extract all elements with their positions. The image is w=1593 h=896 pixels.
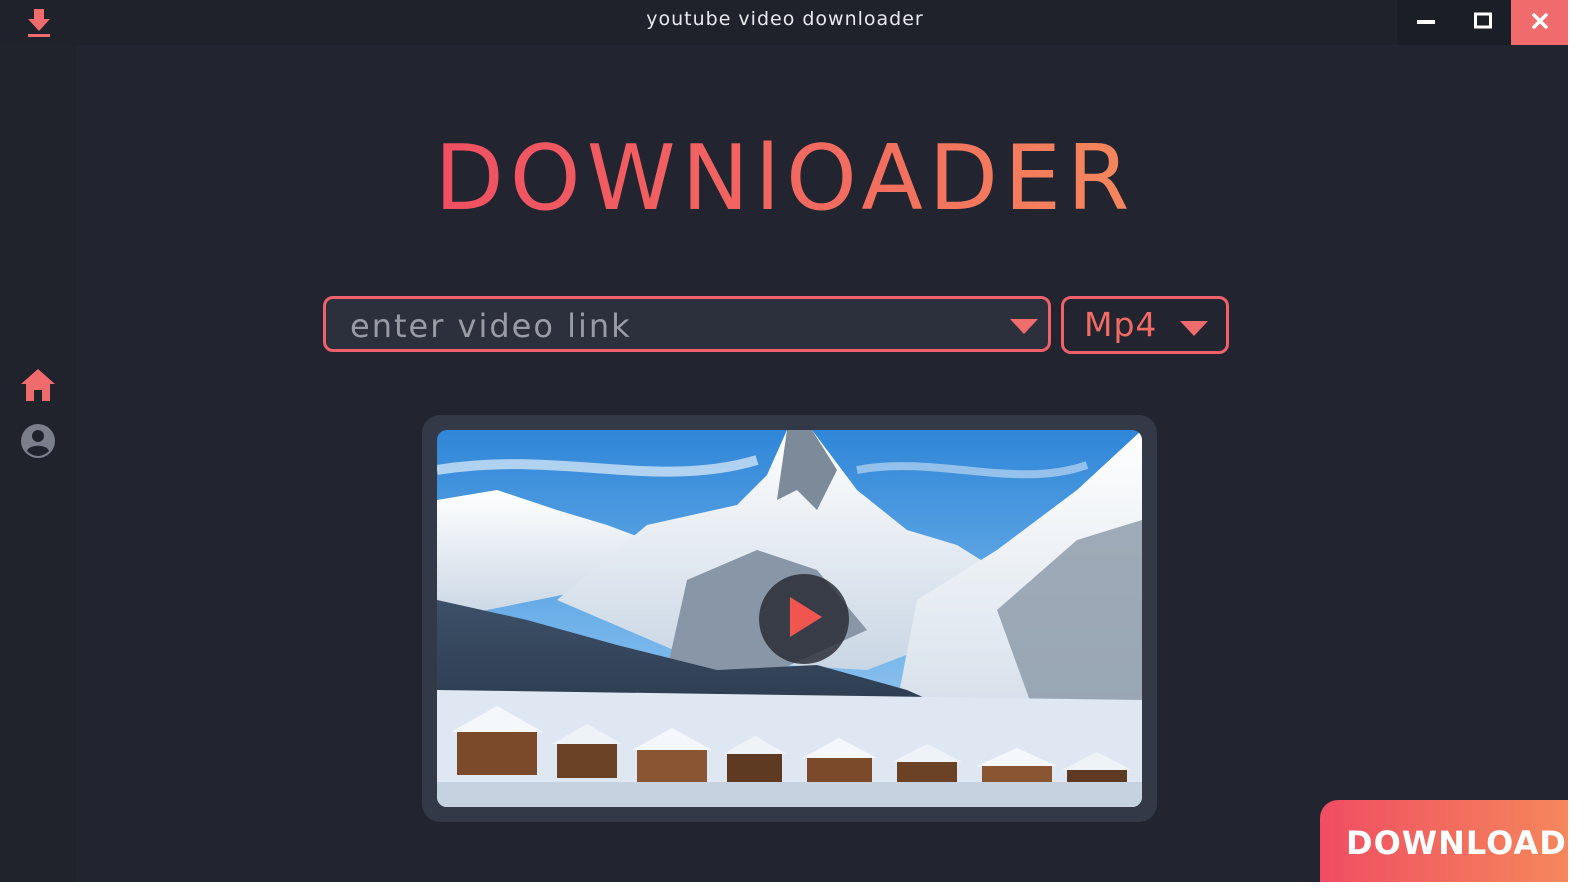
user-icon xyxy=(20,423,56,463)
format-select[interactable]: Mp4 xyxy=(1061,296,1229,354)
chevron-down-icon xyxy=(1180,321,1208,336)
sidebar-item-profile[interactable] xyxy=(18,423,58,463)
play-button[interactable] xyxy=(759,574,849,664)
download-button-label: DOWNLOAD xyxy=(1346,824,1567,862)
sidebar xyxy=(0,45,76,882)
page-title: DOWNlOADER xyxy=(400,127,1170,231)
maximize-icon xyxy=(1473,12,1492,34)
minimize-icon xyxy=(1416,12,1435,34)
sidebar-item-home[interactable] xyxy=(18,367,58,407)
download-button[interactable]: DOWNLOAD xyxy=(1320,800,1568,882)
video-preview xyxy=(422,415,1157,822)
title-bar: youtube video downloader xyxy=(0,0,1568,45)
close-button[interactable] xyxy=(1511,0,1568,45)
home-icon xyxy=(19,367,57,407)
close-icon xyxy=(1531,12,1549,34)
chevron-down-icon[interactable] xyxy=(1010,319,1038,334)
format-select-value: Mp4 xyxy=(1084,305,1158,344)
video-thumbnail xyxy=(437,430,1142,807)
video-link-input[interactable] xyxy=(348,305,992,347)
minimize-button[interactable] xyxy=(1397,0,1454,45)
download-arrow-icon xyxy=(24,7,54,39)
play-icon xyxy=(784,595,824,643)
maximize-button[interactable] xyxy=(1454,0,1511,45)
app-window: youtube video downloader DOWNlOADER ente… xyxy=(0,0,1568,882)
window-title: youtube video downloader xyxy=(646,8,924,30)
video-link-field xyxy=(323,296,1051,352)
